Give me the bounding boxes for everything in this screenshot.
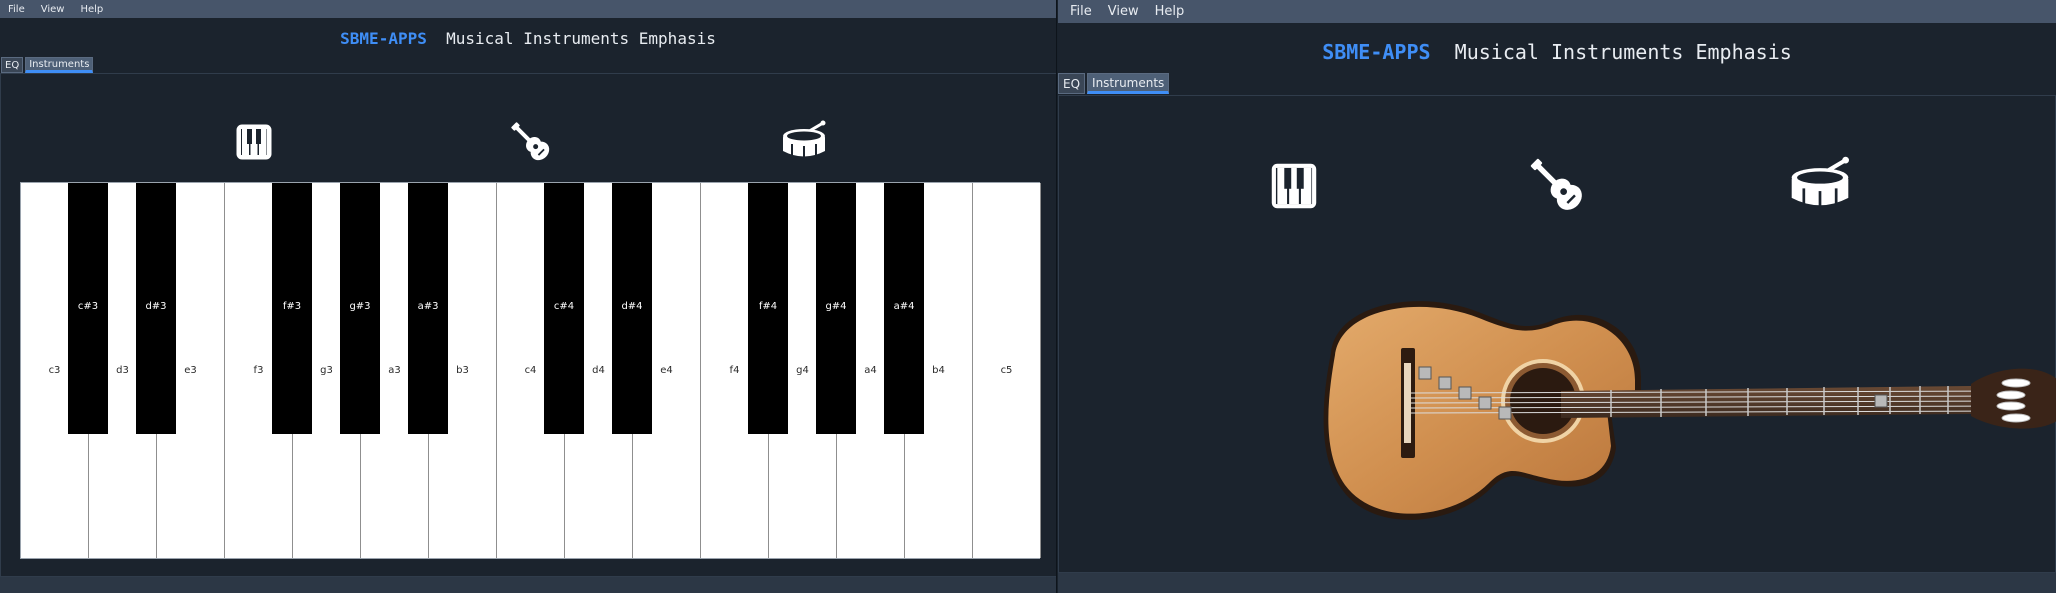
key-label: a#3 [417,301,439,312]
black-key[interactable]: d#4 [612,183,652,434]
black-key[interactable]: a#3 [408,183,448,434]
tab-bar: EQ Instruments [1058,73,1171,94]
tab-instruments[interactable]: Instruments [25,57,94,73]
menu-file[interactable]: File [8,4,25,15]
piano-keyboard: c3 d3 e3 f3 g3 a3 b3 c4 d4 e4 f4 g4 a4 b… [20,182,1041,559]
app-title: SBME-APPS Musical Instruments Emphasis [0,29,1056,48]
menu-help[interactable]: Help [80,4,103,15]
tab-bar: EQ Instruments [1,57,95,73]
guitar-image [1323,301,2056,520]
brand-name: SBME-APPS [1322,40,1431,64]
instruments-window-right: File View Help SBME-APPS Musical Instrum… [1058,0,2056,593]
key-label: f#4 [758,301,778,312]
white-key[interactable]: c5 [973,183,1041,558]
black-key[interactable]: f#4 [748,183,788,434]
piano-icon[interactable] [1269,161,1319,211]
key-label: d#4 [621,301,643,312]
key-label: g#3 [349,301,371,312]
black-key[interactable]: d#3 [136,183,176,434]
piano-icon[interactable] [236,124,272,160]
instruments-panel: c3 d3 e3 f3 g3 a3 b3 c4 d4 e4 f4 g4 a4 b… [0,73,1056,577]
tab-instruments[interactable]: Instruments [1087,73,1170,94]
drum-icon[interactable] [781,120,827,160]
menu-bar: File View Help [0,0,1056,18]
black-key[interactable]: a#4 [884,183,924,434]
key-label: f#3 [282,301,302,312]
status-bar [1058,573,2056,593]
black-key[interactable]: g#4 [816,183,856,434]
key-label: a#4 [893,301,915,312]
tab-eq[interactable]: EQ [1058,73,1086,94]
tab-eq[interactable]: EQ [1,57,24,73]
guitar-icon[interactable] [507,118,553,164]
menu-file[interactable]: File [1070,4,1092,19]
guitar-icon[interactable] [1525,153,1587,215]
key-label: c5 [1000,365,1013,376]
key-label: d#3 [145,301,167,312]
brand-name: SBME-APPS [340,29,427,48]
instruments-window-left: File View Help SBME-APPS Musical Instrum… [0,0,1057,593]
key-label: g#4 [825,301,847,312]
black-key[interactable]: c#4 [544,183,584,434]
menu-help[interactable]: Help [1155,4,1185,19]
black-key[interactable]: g#3 [340,183,380,434]
menu-bar: File View Help [1058,0,2056,23]
black-key[interactable]: c#3 [68,183,108,434]
drum-icon[interactable] [1789,156,1851,210]
key-label: c#3 [77,301,99,312]
menu-view[interactable]: View [1108,4,1139,19]
instruments-panel [1058,95,2056,573]
app-subtitle: Musical Instruments Emphasis [1454,40,1792,64]
menu-view[interactable]: View [41,4,65,15]
app-subtitle: Musical Instruments Emphasis [446,29,716,48]
key-label: c#4 [553,301,575,312]
black-key[interactable]: f#3 [272,183,312,434]
status-bar [0,577,1056,593]
app-title: SBME-APPS Musical Instruments Emphasis [1058,40,2056,64]
